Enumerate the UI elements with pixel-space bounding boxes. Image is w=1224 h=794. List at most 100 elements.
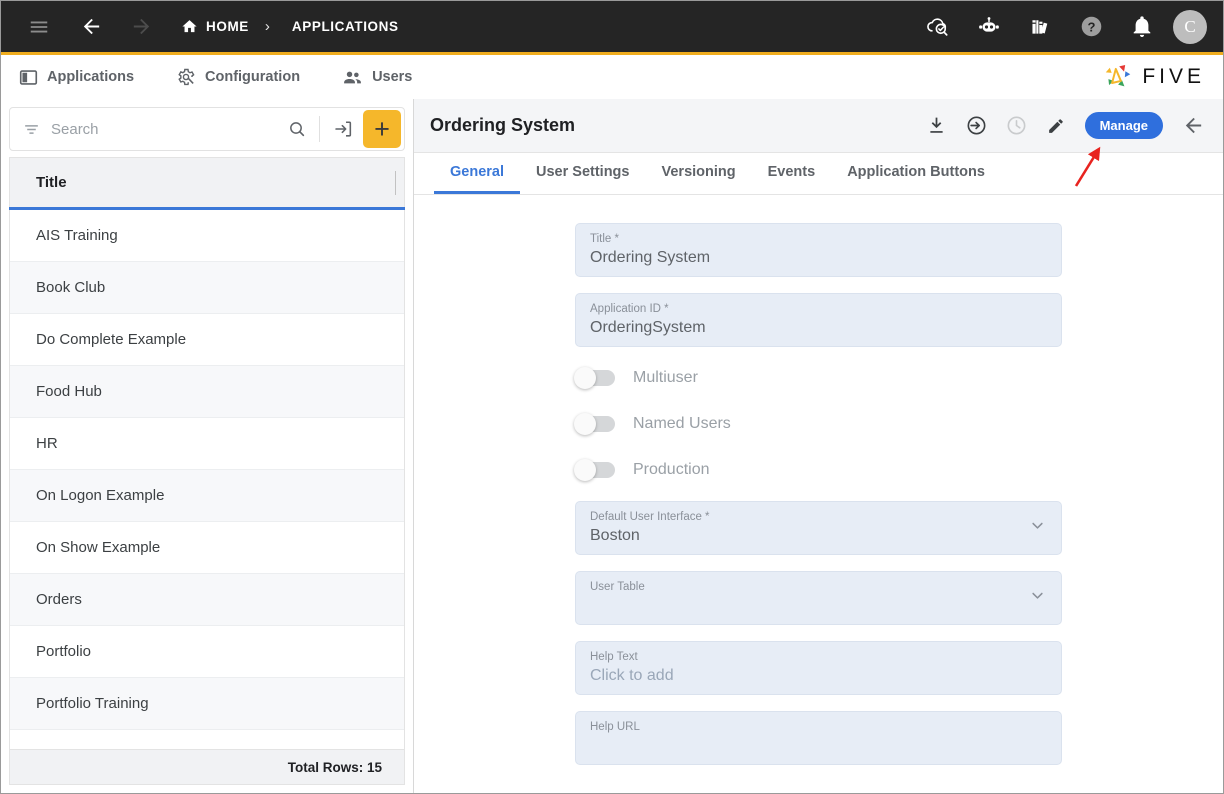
detail-action-bar: Manage <box>919 108 1211 144</box>
subnav-item-configuration[interactable]: Configuration <box>176 67 300 87</box>
robot-assistant-icon[interactable] <box>969 7 1009 47</box>
close-detail-back-icon[interactable] <box>1175 108 1211 144</box>
list-item[interactable]: Food Hub <box>10 366 404 418</box>
subnav-item-users[interactable]: Users <box>342 67 412 88</box>
deploy-arrow-circle-icon[interactable] <box>959 108 995 144</box>
subnav-item-applications[interactable]: Applications <box>19 68 134 87</box>
field-label-text: Title <box>590 233 612 245</box>
detail-header: Ordering System Manage <box>414 99 1223 153</box>
list-item[interactable] <box>10 730 404 749</box>
tab-events[interactable]: Events <box>752 153 832 194</box>
avatar-initial: C <box>1184 16 1196 36</box>
list-item[interactable]: On Logon Example <box>10 470 404 522</box>
multiuser-toggle-row: Multiuser <box>574 367 1062 389</box>
tab-application-buttons[interactable]: Application Buttons <box>831 153 1001 194</box>
help-circle-icon[interactable]: ? <box>1071 7 1111 47</box>
breadcrumb-item-applications[interactable]: APPLICATIONS <box>292 19 399 34</box>
application-id-field[interactable]: Application ID * OrderingSystem <box>575 293 1062 347</box>
section-navigation-bar: Applications Configuration Users FIVE <box>1 55 1223 99</box>
search-icon[interactable] <box>278 119 316 139</box>
search-input[interactable] <box>51 120 278 138</box>
top-nav-right-controls: ? C <box>918 7 1207 47</box>
cloud-search-icon[interactable] <box>918 7 958 47</box>
breadcrumb-home-label: HOME <box>206 19 249 34</box>
required-marker: * <box>660 303 669 315</box>
list-item[interactable]: HR <box>10 418 404 470</box>
edit-pencil-icon[interactable] <box>1039 108 1075 144</box>
help-url-field[interactable]: Help URL <box>575 711 1062 765</box>
multiuser-toggle[interactable] <box>574 367 615 389</box>
field-label-text: User Table <box>590 581 645 593</box>
applications-panel-icon <box>19 68 38 87</box>
breadcrumb-item-home[interactable]: HOME <box>181 18 249 35</box>
list-item[interactable]: Do Complete Example <box>10 314 404 366</box>
field-label-text: Default User Interface <box>590 511 702 523</box>
toggle-knob <box>574 413 596 435</box>
home-icon <box>181 18 198 35</box>
list-column-header: Title <box>9 157 405 207</box>
list-item-label: Portfolio Training <box>36 695 149 712</box>
users-group-icon <box>342 67 363 88</box>
user-table-select[interactable]: User Table <box>575 571 1062 625</box>
applications-list-wrapper: AIS Training Book Club Do Complete Examp… <box>9 210 405 749</box>
search-toolbar: + <box>9 107 405 151</box>
breadcrumb-applications-label: APPLICATIONS <box>291 19 399 34</box>
general-form: Title * Ordering System Application ID *… <box>414 195 1223 793</box>
help-url-label: Help URL <box>590 720 1047 734</box>
list-item-label: Book Club <box>36 279 106 296</box>
add-application-button[interactable]: + <box>363 110 401 148</box>
production-toggle-label: Production <box>633 461 710 478</box>
default-user-interface-select[interactable]: Default User Interface * Boston <box>575 501 1062 555</box>
title-field-value: Ordering System <box>590 249 711 266</box>
tab-general[interactable]: General <box>434 153 520 194</box>
import-arrow-icon[interactable] <box>323 118 363 140</box>
gear-config-icon <box>176 67 196 87</box>
default-user-interface-value: Boston <box>590 527 640 544</box>
books-library-icon[interactable] <box>1020 7 1060 47</box>
named-users-toggle-row: Named Users <box>574 413 1062 435</box>
list-item[interactable]: Portfolio Training <box>10 678 404 730</box>
brand-name: FIVE <box>1142 65 1205 88</box>
filter-list-icon[interactable] <box>10 120 51 139</box>
subnav-label-users: Users <box>372 69 413 85</box>
svg-text:?: ? <box>1087 19 1095 34</box>
manage-button-label: Manage <box>1099 118 1148 133</box>
field-label-text: Help URL <box>590 721 640 733</box>
list-item-label: HR <box>36 435 58 452</box>
default-user-interface-label: Default User Interface * <box>590 510 1047 524</box>
list-item-label: On Show Example <box>36 539 161 556</box>
production-toggle[interactable] <box>574 459 615 481</box>
named-users-toggle-label: Named Users <box>633 415 731 432</box>
tab-user-settings[interactable]: User Settings <box>520 153 645 194</box>
top-navigation-bar: HOME › APPLICATIONS ? C <box>1 1 1223 55</box>
general-form-scroll[interactable]: Title * Ordering System Application ID *… <box>414 195 1223 793</box>
arrow-back-icon[interactable] <box>71 7 111 47</box>
application-id-field-value: OrderingSystem <box>590 319 706 336</box>
list-item[interactable]: On Show Example <box>10 522 404 574</box>
help-text-value: Click to add <box>590 667 674 684</box>
plus-icon: + <box>374 113 390 144</box>
help-url-value <box>590 734 1047 758</box>
help-text-field[interactable]: Help Text Click to add <box>575 641 1062 695</box>
manage-button[interactable]: Manage <box>1084 112 1163 139</box>
help-text-label: Help Text <box>590 650 1047 664</box>
field-label-text: Application ID <box>590 303 661 315</box>
application-id-field-label: Application ID * <box>590 302 1047 316</box>
brand-logo: FIVE <box>1102 62 1205 92</box>
column-header-title[interactable]: Title <box>10 174 67 191</box>
tab-versioning[interactable]: Versioning <box>645 153 751 194</box>
application-window: HOME › APPLICATIONS ? C Applications Con… <box>0 0 1224 794</box>
list-item[interactable]: AIS Training <box>10 210 404 262</box>
list-item[interactable]: Portfolio <box>10 626 404 678</box>
hamburger-menu-icon[interactable] <box>19 7 59 47</box>
column-resize-handle[interactable] <box>395 171 396 195</box>
avatar[interactable]: C <box>1173 9 1207 44</box>
bell-notification-icon[interactable] <box>1122 7 1162 47</box>
list-item[interactable]: Orders <box>10 574 404 626</box>
application-detail-panel: Ordering System Manage General User Sett… <box>414 99 1223 793</box>
named-users-toggle[interactable] <box>574 413 615 435</box>
applications-list-scroll[interactable]: AIS Training Book Club Do Complete Examp… <box>10 210 404 749</box>
download-icon[interactable] <box>919 108 955 144</box>
list-item[interactable]: Book Club <box>10 262 404 314</box>
title-field[interactable]: Title * Ordering System <box>575 223 1062 277</box>
